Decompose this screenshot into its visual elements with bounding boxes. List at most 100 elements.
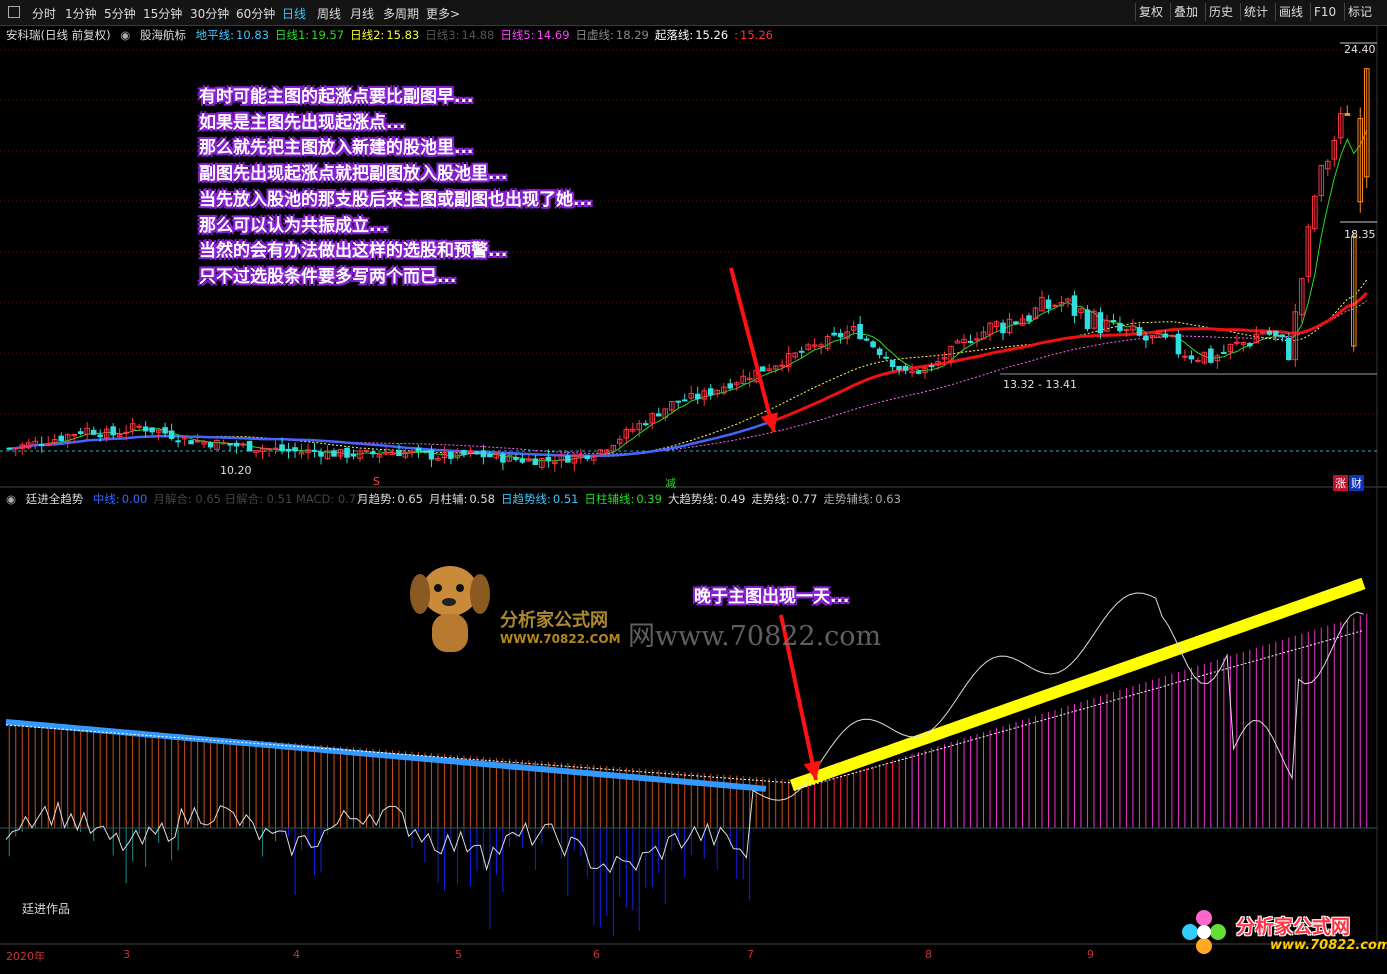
candle-body xyxy=(902,365,909,371)
candle-body xyxy=(292,447,298,452)
x-axis-label: 7 xyxy=(747,948,754,961)
watermark-url-large: 网www.70822.com xyxy=(628,621,882,652)
candle-body xyxy=(513,457,519,460)
tag-zhang[interactable]: 涨 xyxy=(1333,475,1348,491)
candle-body xyxy=(428,449,435,460)
candle-body xyxy=(1110,320,1117,323)
candle-body xyxy=(1143,335,1149,341)
candle-body xyxy=(448,451,454,459)
corner-url: www.70822.com xyxy=(1270,938,1387,953)
candle-body xyxy=(565,455,571,463)
candle-body xyxy=(142,426,149,432)
candle-body xyxy=(344,447,350,458)
trend-line-red xyxy=(768,291,1368,424)
candle-body xyxy=(870,341,876,348)
candle-body xyxy=(876,348,883,356)
candle-body xyxy=(110,426,116,436)
candle-body xyxy=(675,400,682,403)
candle-body xyxy=(422,450,428,453)
candle-body xyxy=(168,430,175,439)
candle-body xyxy=(500,453,506,463)
candle-body xyxy=(194,440,201,443)
candle-body xyxy=(1097,312,1104,334)
candle-body xyxy=(6,447,13,450)
candle-body xyxy=(227,442,233,446)
candle-body xyxy=(207,442,214,448)
candle-body xyxy=(1052,304,1058,307)
candle-body xyxy=(474,451,480,455)
candle-body xyxy=(188,440,194,445)
candle-body xyxy=(727,383,733,389)
candle-body xyxy=(1208,348,1214,363)
candle-body xyxy=(1273,330,1279,337)
candle-body xyxy=(889,360,896,368)
candle-body xyxy=(272,447,279,450)
candle-body xyxy=(1221,351,1227,354)
candle-body xyxy=(759,366,766,372)
arrow-main-head xyxy=(760,412,779,432)
range-label: 13.32 - 13.41 xyxy=(1003,378,1077,391)
trend-line-blue xyxy=(9,421,770,457)
candle-body xyxy=(175,440,181,443)
candle-body xyxy=(311,449,318,452)
x-axis-label: 5 xyxy=(455,948,462,961)
candle-body xyxy=(1234,341,1240,344)
x-axis-label: 2020年 xyxy=(6,950,45,963)
annotation-line: 副图先出现起涨点就把副图放入股池里... xyxy=(199,164,508,185)
price-high-label: 24.40 xyxy=(1344,43,1376,56)
candle-body xyxy=(655,413,662,417)
candle-body xyxy=(1286,337,1292,361)
candle-body xyxy=(38,443,45,446)
candle-body xyxy=(90,429,97,435)
arrow-main-shaft xyxy=(729,267,776,433)
candle-body xyxy=(123,431,129,434)
x-axis-label: 9 xyxy=(1087,948,1094,961)
candle-body xyxy=(1188,355,1195,360)
sub-annotation: 晚于主图出现一天... xyxy=(694,587,850,607)
candle-body xyxy=(1266,330,1273,335)
candle-body xyxy=(681,399,688,402)
candle-body xyxy=(1195,359,1201,362)
annotation-line: 当然的会有办法做出这样的选股和预警... xyxy=(199,241,508,262)
candle-body xyxy=(487,453,493,458)
candle-body xyxy=(12,447,19,450)
candle-body xyxy=(285,448,292,452)
candle-body xyxy=(370,451,376,455)
candle-body xyxy=(1344,113,1351,116)
candle-body xyxy=(233,442,240,447)
candle-body xyxy=(1000,322,1006,334)
tag-cai[interactable]: 财 xyxy=(1349,475,1364,491)
corner-flower-icon xyxy=(1182,910,1226,954)
candle-body xyxy=(837,333,844,338)
candle-body xyxy=(77,431,84,434)
candle-body xyxy=(331,450,337,457)
candle-body xyxy=(396,450,402,457)
candle-body xyxy=(1084,309,1091,330)
candle-body xyxy=(461,450,467,455)
annotation-line: 那么就先把主图放入新建的股池里... xyxy=(199,138,474,159)
main-annotation: 有时可能主图的起涨点要比副图早... 如果是主图先出现起涨点... 那么就先把主… xyxy=(199,85,592,291)
candle-body xyxy=(240,443,246,446)
x-axis-label: 4 xyxy=(293,948,300,961)
candle-body xyxy=(1045,299,1052,309)
candle-body xyxy=(162,427,168,434)
candle-body xyxy=(1071,295,1078,316)
candle-body xyxy=(967,340,974,344)
candle-body xyxy=(1182,355,1188,358)
candle-body xyxy=(480,450,487,458)
candle-body xyxy=(532,458,539,466)
watermark-brand: 分析家公式网 xyxy=(500,610,608,631)
candle-body xyxy=(136,425,142,428)
candle-body xyxy=(350,453,357,457)
signal-jian-label: 减 xyxy=(665,477,676,490)
x-axis-label: 3 xyxy=(123,948,130,961)
annotation-line: 当先放入股池的那支股后来主图或副图也出现了她... xyxy=(199,189,593,210)
candle-body xyxy=(707,388,714,396)
candle-body xyxy=(246,440,253,452)
candle-body xyxy=(318,451,324,457)
candle-body xyxy=(97,434,103,438)
candle-body xyxy=(363,449,370,452)
candle-body xyxy=(643,423,649,426)
candle-body xyxy=(415,447,422,451)
candle-body xyxy=(545,456,552,461)
